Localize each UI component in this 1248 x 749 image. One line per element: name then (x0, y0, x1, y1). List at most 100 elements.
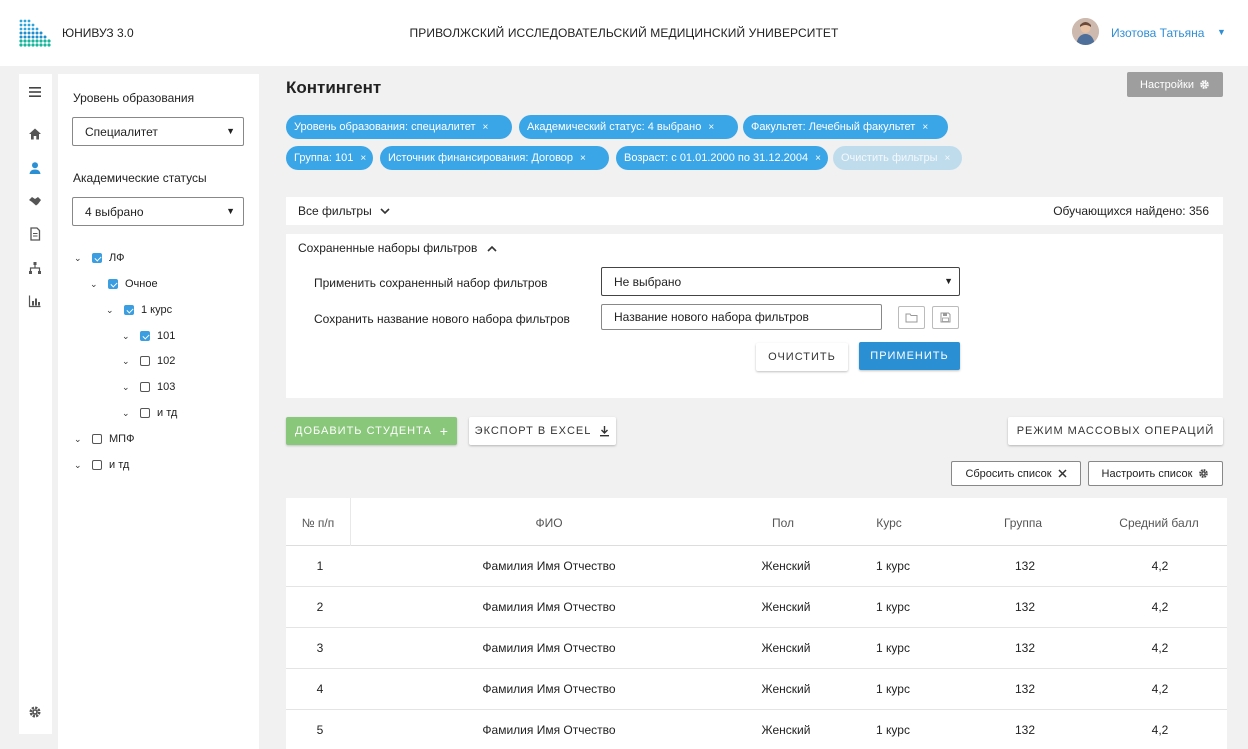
university-name: ПРИВОЛЖСКИЙ ИССЛЕДОВАТЕЛЬСКИЙ МЕДИЦИНСКИ… (409, 26, 839, 40)
close-icon[interactable]: × (708, 122, 714, 133)
cell-group: 132 (1014, 723, 1036, 737)
cell-fio: Фамилия Имя Отчество (482, 641, 616, 655)
header-divider (350, 498, 351, 546)
structure-icon[interactable] (28, 261, 42, 275)
chevron-down-icon[interactable]: ⌄ (122, 331, 132, 342)
all-filters-toggle[interactable]: Все фильтры (298, 204, 390, 218)
filter-chip[interactable]: Факультет: Лечебный факультет × (743, 115, 948, 139)
tree-checkbox[interactable] (140, 382, 150, 392)
close-icon[interactable]: × (815, 153, 821, 164)
tree-node[interactable]: ⌄ 1 курс (106, 302, 172, 318)
tree-node[interactable]: ⌄ Очное (90, 276, 158, 292)
table-row[interactable]: 1 Фамилия Имя Отчество Женский 1 курс 13… (286, 546, 1227, 587)
filter-chip[interactable]: Академический статус: 4 выбрано × (519, 115, 738, 139)
chevron-down-icon[interactable]: ⌄ (122, 408, 132, 419)
close-icon[interactable]: × (360, 153, 366, 164)
chevron-down-icon[interactable]: ⌄ (74, 434, 84, 445)
tree-node[interactable]: ⌄ 102 (122, 353, 175, 369)
user-menu-caret-icon[interactable]: ▼ (1217, 27, 1226, 37)
cell-gpa: 4,2 (1151, 600, 1169, 614)
tree-node[interactable]: ⌄ МПФ (74, 431, 134, 447)
tree-checkbox[interactable] (108, 279, 118, 289)
user-avatar[interactable] (1072, 18, 1099, 45)
tree-checkbox[interactable] (140, 356, 150, 366)
chevron-down-icon[interactable]: ⌄ (74, 460, 84, 471)
clear-button[interactable]: Очистить (756, 343, 848, 371)
col-header-course[interactable]: Курс (849, 516, 929, 530)
tree-checkbox[interactable] (92, 434, 102, 444)
table-row[interactable]: 4 Фамилия Имя Отчество Женский 1 курс 13… (286, 669, 1227, 710)
tree-checkbox[interactable] (140, 408, 150, 418)
col-header-number[interactable]: № п/п (286, 516, 350, 530)
tree-node[interactable]: ⌄ 103 (122, 379, 175, 395)
reports-icon[interactable] (28, 294, 42, 308)
menu-icon[interactable] (28, 85, 42, 99)
tree-node[interactable]: ⌄ 101 (122, 328, 175, 344)
document-icon[interactable] (28, 227, 42, 241)
chevron-down-icon[interactable]: ⌄ (122, 382, 132, 393)
new-filter-name-input[interactable]: Название нового набора фильтров (601, 304, 882, 330)
filter-chip[interactable]: Источник финансирования: Договор × (380, 146, 609, 170)
col-header-gpa[interactable]: Средний балл (1104, 516, 1214, 530)
settings-button-label: Настройки (1140, 78, 1194, 91)
filter-chip[interactable]: Группа: 101 × (286, 146, 373, 170)
table-row[interactable]: 3 Фамилия Имя Отчество Женский 1 курс 13… (286, 628, 1227, 669)
student-icon[interactable] (28, 161, 42, 175)
settings-gear-icon[interactable] (28, 705, 42, 719)
reset-list-button[interactable]: Сбросить список (951, 461, 1081, 486)
chevron-up-icon (487, 245, 497, 252)
close-icon[interactable]: × (945, 153, 951, 164)
add-student-button[interactable]: Добавить студента + (286, 417, 457, 445)
mass-operations-button[interactable]: Режим массовых операций (1008, 417, 1223, 445)
settings-button[interactable]: Настройки (1127, 72, 1223, 97)
cell-course: 1 курс (876, 682, 910, 696)
filter-chip[interactable]: Уровень образования: специалитет × (286, 115, 512, 139)
saved-filters-toggle[interactable]: Сохраненные наборы фильтров (298, 241, 497, 255)
save-floppy-button[interactable] (932, 306, 959, 329)
cell-fio: Фамилия Имя Отчество (482, 682, 616, 696)
all-filters-label: Все фильтры (298, 204, 372, 218)
col-header-group[interactable]: Группа (983, 516, 1063, 530)
chevron-down-icon[interactable]: ⌄ (106, 305, 116, 316)
tree-node[interactable]: ⌄ и тд (74, 457, 129, 473)
academic-status-select[interactable]: 4 выбрано ▼ (72, 197, 244, 226)
saved-filters-title: Сохраненные наборы фильтров (298, 241, 478, 255)
dropdown-caret-icon: ▼ (226, 206, 235, 216)
cell-course: 1 курс (876, 641, 910, 655)
table-row[interactable]: 2 Фамилия Имя Отчество Женский 1 курс 13… (286, 587, 1227, 628)
open-folder-button[interactable] (898, 306, 925, 329)
close-icon[interactable]: × (580, 153, 586, 164)
cell-group: 132 (1014, 600, 1036, 614)
cell-gpa: 4,2 (1151, 641, 1169, 655)
tree-checkbox[interactable] (124, 305, 134, 315)
col-header-fio[interactable]: ФИО (449, 516, 649, 530)
tree-checkbox[interactable] (92, 253, 102, 263)
education-level-select[interactable]: Специалитет ▼ (72, 117, 244, 146)
user-name-link[interactable]: Изотова Татьяна (1111, 26, 1204, 40)
cell-gender: Женский (761, 559, 811, 573)
tree-node[interactable]: ⌄ ЛФ (74, 250, 124, 266)
tree-node[interactable]: ⌄ и тд (122, 405, 177, 421)
configure-list-label: Настроить список (1101, 467, 1193, 480)
chevron-down-icon (380, 207, 390, 214)
export-excel-button[interactable]: Экспорт в Excel (469, 417, 616, 445)
tree-checkbox[interactable] (92, 460, 102, 470)
chevron-down-icon[interactable]: ⌄ (74, 253, 84, 264)
close-icon[interactable]: × (922, 122, 928, 133)
table-row[interactable]: 5 Фамилия Имя Отчество Женский 1 курс 13… (286, 710, 1227, 749)
cell-course: 1 курс (876, 600, 910, 614)
col-header-gender[interactable]: Пол (743, 516, 823, 530)
close-icon[interactable]: × (483, 122, 489, 133)
home-icon[interactable] (28, 127, 42, 141)
handshake-icon[interactable] (28, 194, 42, 208)
configure-list-button[interactable]: Настроить список (1088, 461, 1223, 486)
tree-checkbox[interactable] (140, 331, 150, 341)
cell-gender: Женский (761, 682, 811, 696)
cell-number: 1 (316, 559, 324, 573)
saved-filter-select[interactable]: Не выбрано ▼ (601, 267, 960, 296)
filter-chip[interactable]: Возраст: с 01.01.2000 по 31.12.2004 × (616, 146, 828, 170)
chevron-down-icon[interactable]: ⌄ (90, 279, 100, 290)
chevron-down-icon[interactable]: ⌄ (122, 356, 132, 367)
clear-filters-chip[interactable]: Очистить фильтры × (833, 146, 962, 170)
apply-button[interactable]: Применить (859, 342, 960, 370)
